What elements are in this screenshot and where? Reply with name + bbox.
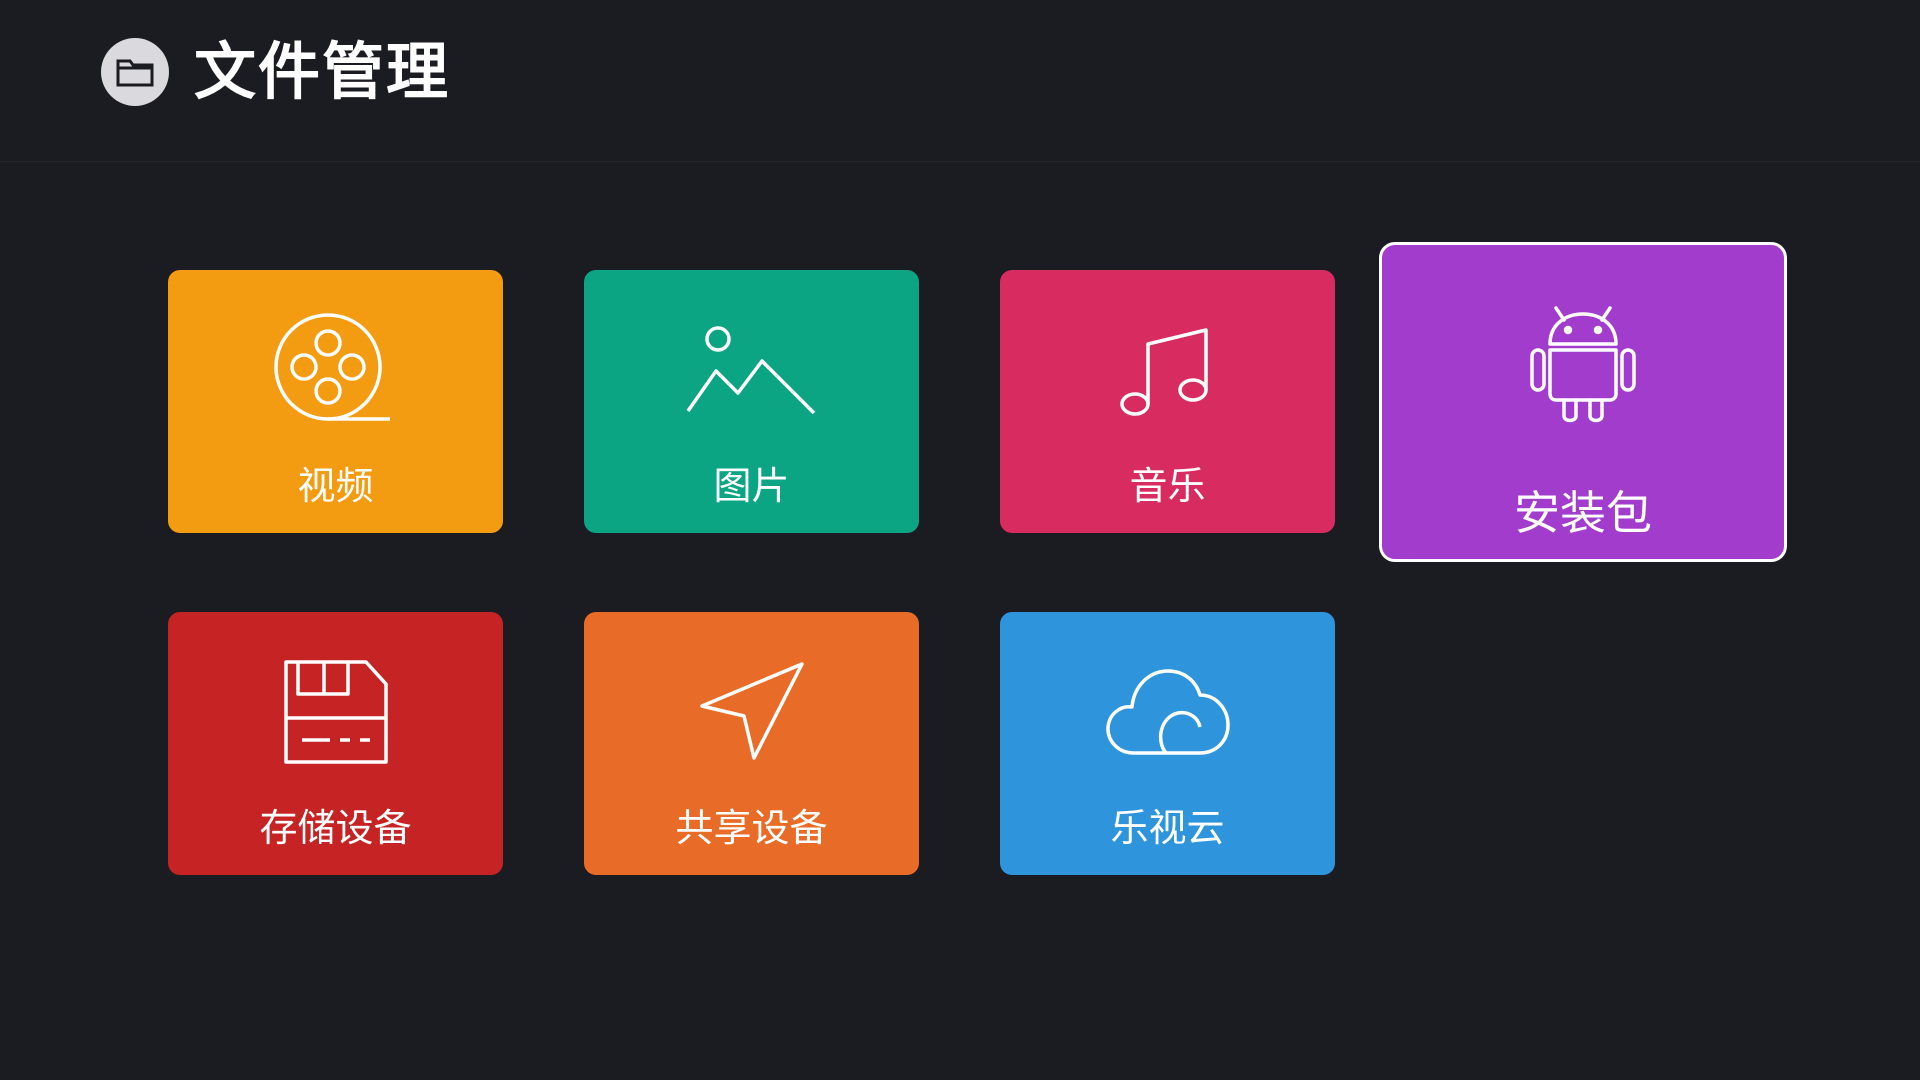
tile-pictures[interactable]: 图片 <box>584 270 919 533</box>
tile-apk[interactable]: 安装包 <box>1379 242 1787 562</box>
tile-label: 视频 <box>297 464 374 508</box>
folder-icon <box>101 38 169 106</box>
floppy-disk-icon <box>168 652 503 772</box>
cloud-icon <box>1000 652 1335 772</box>
mountain-image-icon <box>584 310 919 430</box>
music-note-icon <box>1000 310 1335 430</box>
tile-video[interactable]: 视频 <box>168 270 503 533</box>
tile-label: 音乐 <box>1129 464 1206 508</box>
page-title: 文件管理 <box>194 35 451 108</box>
tile-label: 安装包 <box>1514 486 1652 540</box>
tile-music[interactable]: 音乐 <box>1000 270 1335 533</box>
tile-shared[interactable]: 共享设备 <box>584 612 919 875</box>
android-icon <box>1382 297 1784 427</box>
tile-label: 共享设备 <box>675 806 828 850</box>
film-reel-icon <box>168 310 503 430</box>
tile-label: 图片 <box>713 464 790 508</box>
tile-cloud[interactable]: 乐视云 <box>1000 612 1335 875</box>
tile-label: 乐视云 <box>1110 806 1225 850</box>
tile-label: 存储设备 <box>259 806 412 850</box>
tile-storage[interactable]: 存储设备 <box>168 612 503 875</box>
send-arrow-icon <box>584 652 919 772</box>
app-header: 文件管理 <box>0 0 1920 162</box>
